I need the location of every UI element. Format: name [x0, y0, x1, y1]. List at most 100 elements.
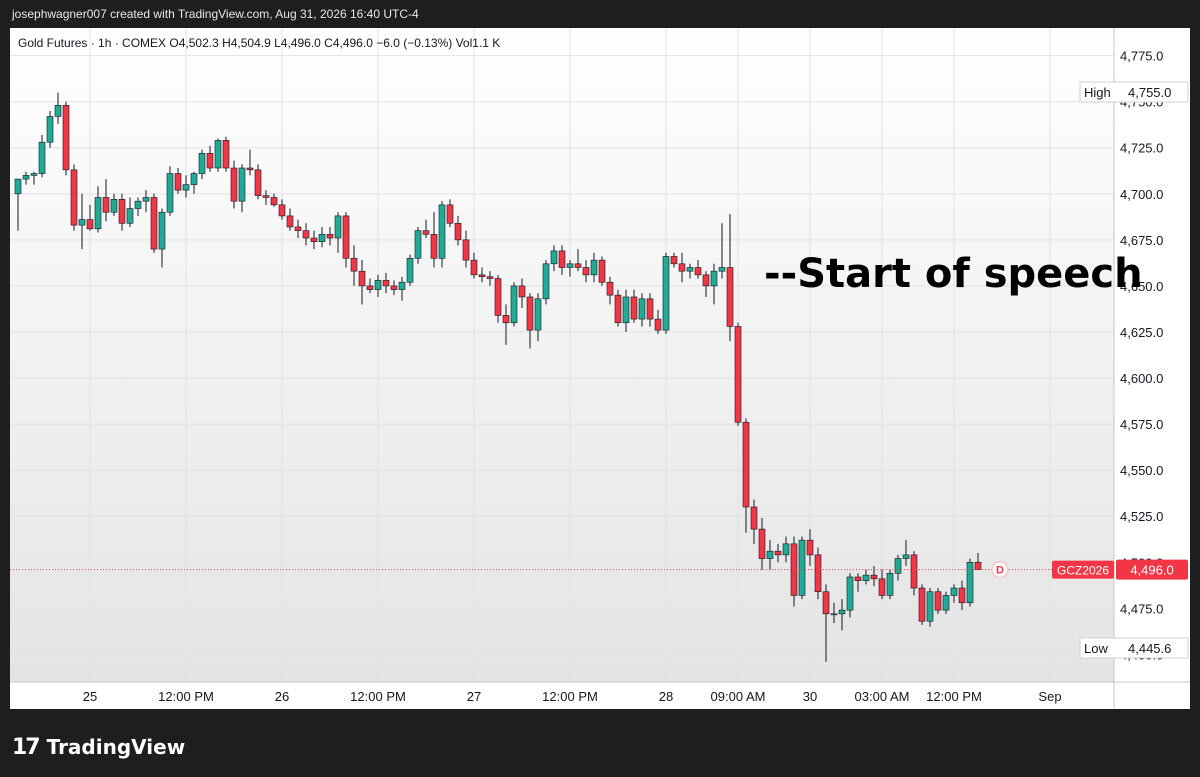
last-price-value: 4,496.0 — [1130, 563, 1173, 578]
high-marker-label: High — [1084, 85, 1111, 100]
candle-body — [70, 169, 78, 226]
candle-body — [350, 257, 358, 272]
candle-body — [334, 215, 342, 239]
candle-body — [574, 263, 582, 268]
candle-body — [718, 267, 726, 272]
time-tick-label: 12:00 PM — [926, 689, 982, 704]
candle-body — [918, 587, 926, 622]
candle-body — [934, 591, 942, 611]
candle-body — [414, 230, 422, 259]
candle-body — [542, 263, 550, 300]
price-tick-label: 4,700.0 — [1120, 187, 1163, 202]
candle-body — [966, 561, 974, 604]
candle-body — [486, 276, 494, 279]
candle-body — [862, 574, 870, 581]
candle-body — [30, 173, 38, 176]
candle-body — [38, 141, 46, 174]
candle-body — [238, 167, 246, 202]
time-tick-label: 12:00 PM — [542, 689, 598, 704]
candle-body — [870, 574, 878, 580]
candle-body — [302, 230, 310, 239]
candle-body — [310, 237, 318, 243]
price-axis-background — [1114, 28, 1190, 682]
candle-body — [134, 200, 142, 209]
candle-body — [382, 280, 390, 287]
candle-body — [510, 285, 518, 324]
candle-body — [366, 285, 374, 290]
time-tick-label: 28 — [659, 689, 673, 704]
time-tick-label: 03:00 AM — [855, 689, 910, 704]
candle-body — [710, 270, 718, 287]
candle-body — [318, 234, 326, 243]
candle-body — [462, 239, 470, 261]
candle-body — [222, 140, 230, 169]
candle-body — [158, 211, 166, 250]
candle-body — [278, 204, 286, 217]
tradingview-logo: 17 TradingView — [12, 730, 185, 764]
symbol-tag-label: GCZ2026 — [1057, 564, 1109, 578]
candle-body — [118, 199, 126, 224]
low-marker-value: 4,445.6 — [1128, 641, 1171, 656]
tradingview-logo-text: TradingView — [46, 735, 186, 759]
candle-body — [926, 591, 934, 622]
candle-body — [430, 234, 438, 259]
candle-body — [702, 274, 710, 287]
candle-body — [390, 285, 398, 290]
candle-body — [758, 528, 766, 559]
candle-body — [910, 554, 918, 589]
candle-body — [558, 250, 566, 268]
candle-body — [126, 208, 134, 224]
candlestick-chart[interactable]: 4,450.04,475.04,500.04,525.04,550.04,575… — [10, 28, 1190, 709]
candle-body — [502, 315, 510, 324]
candle-body — [814, 554, 822, 593]
candle-body — [942, 595, 950, 611]
candle-body — [206, 152, 214, 169]
candle-body — [806, 539, 814, 556]
candle-body — [110, 199, 118, 213]
candle-body — [590, 259, 598, 276]
candle-body — [598, 259, 606, 283]
dividend-marker-label: D — [996, 565, 1004, 577]
time-tick-label: 30 — [803, 689, 817, 704]
candle-body — [214, 140, 222, 169]
candle-body — [102, 197, 110, 213]
candle-body — [958, 587, 966, 604]
candle-body — [774, 550, 782, 556]
candle-body — [374, 280, 382, 290]
candle-body — [798, 539, 806, 596]
time-tick-label: Sep — [1038, 689, 1061, 704]
candle-body — [254, 169, 262, 196]
candle-body — [230, 167, 238, 202]
candle-body — [398, 281, 406, 290]
chart-frame: 4,450.04,475.04,500.04,525.04,550.04,575… — [10, 28, 1190, 709]
candle-body — [406, 257, 414, 283]
candle-body — [878, 578, 886, 596]
candle-body — [726, 267, 734, 327]
candle-body — [94, 197, 102, 230]
candle-body — [478, 274, 486, 278]
candle-body — [670, 256, 678, 265]
candle-body — [822, 591, 830, 615]
candle-body — [342, 215, 350, 259]
candle-body — [358, 270, 366, 287]
candle-body — [678, 263, 686, 272]
candle-body — [326, 234, 334, 239]
candle-body — [854, 576, 862, 581]
candle-body — [270, 197, 278, 206]
candle-body — [838, 609, 846, 615]
candle-body — [734, 326, 742, 423]
candle-body — [950, 587, 958, 596]
candle-body — [694, 267, 702, 276]
candle-body — [454, 222, 462, 241]
candle-body — [550, 250, 558, 265]
attribution-text: josephwagner007 created with TradingView… — [12, 7, 419, 21]
candle-body — [630, 296, 638, 320]
price-tick-label: 4,600.0 — [1120, 371, 1163, 386]
time-tick-label: 09:00 AM — [711, 689, 766, 704]
candle-body — [750, 506, 758, 530]
price-tick-label: 4,475.0 — [1120, 601, 1163, 616]
candle-body — [422, 230, 430, 235]
speech-annotation: --Start of speech — [764, 251, 1143, 297]
candle-body — [294, 226, 302, 231]
candle-body — [534, 298, 542, 331]
